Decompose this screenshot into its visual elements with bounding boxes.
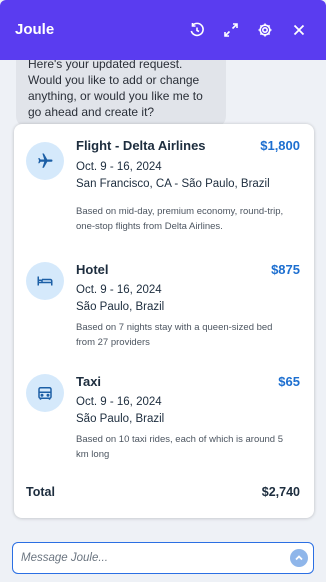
item-route: São Paulo, Brazil	[76, 301, 165, 313]
item-name: Taxi	[76, 374, 102, 389]
message-input[interactable]	[21, 549, 281, 567]
expand-icon[interactable]	[220, 19, 242, 41]
chat-area[interactable]: Here's your updated request. Would you l…	[0, 60, 326, 536]
total-value: $2,740	[261, 485, 300, 499]
item-note: Based on 7 nights stay with a queen-size…	[76, 322, 273, 348]
item-name: Flight - Delta Airlines	[76, 138, 206, 153]
item-price: $65	[278, 374, 300, 389]
message-input-box	[12, 542, 314, 574]
trip-summary-card: Flight - Delta Airlines $1,800 Oct. 9 - …	[14, 124, 314, 518]
joule-header: Joule	[0, 0, 326, 60]
item-price: $1,800	[260, 138, 300, 153]
app-title: Joule	[15, 21, 55, 38]
total-label: Total	[26, 485, 55, 499]
item-dates: Oct. 9 - 16, 2024	[76, 284, 162, 296]
airplane-icon	[26, 142, 64, 180]
item-name: Hotel	[76, 262, 109, 277]
item-route: San Francisco, CA - São Paulo, Brazil	[76, 178, 270, 190]
item-note: Based on 10 taxi rides, each of which is…	[76, 434, 284, 460]
taxi-icon	[26, 374, 64, 412]
item-note: Based on mid-day, premium economy, round…	[76, 206, 284, 232]
item-dates: Oct. 9 - 16, 2024	[76, 161, 162, 173]
item-route: São Paulo, Brazil	[76, 413, 165, 425]
assistant-message: Here's your updated request. Would you l…	[16, 60, 226, 128]
arrow-up-icon	[295, 555, 303, 561]
send-button[interactable]	[290, 549, 308, 567]
close-icon[interactable]	[288, 19, 310, 41]
item-dates: Oct. 9 - 16, 2024	[76, 396, 162, 408]
bed-icon	[26, 262, 64, 300]
item-price: $875	[271, 262, 300, 277]
history-icon[interactable]	[186, 19, 208, 41]
settings-gear-icon[interactable]	[254, 19, 276, 41]
